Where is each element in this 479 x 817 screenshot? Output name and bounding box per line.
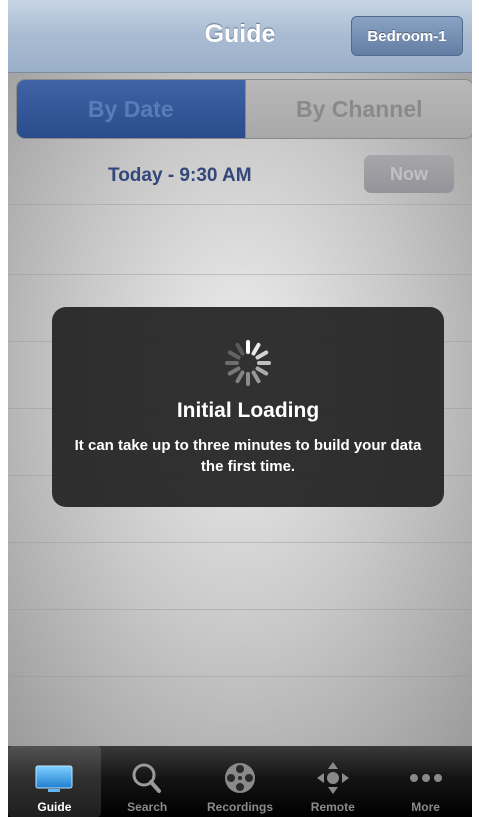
tab-search[interactable]: Search [101,746,194,817]
room-select-button[interactable]: Bedroom-1 [351,16,463,56]
nav-bar: Guide Bedroom-1 [8,0,472,73]
search-icon [132,763,162,793]
row-divider [8,204,472,205]
app-screen: Guide Bedroom-1 By Date By Channel Today… [8,0,472,817]
tab-remote[interactable]: Remote [286,746,379,817]
row-divider [8,542,472,543]
tab-more[interactable]: More [379,746,472,817]
tab-label: Recordings [206,800,273,814]
loading-title: Initial Loading [176,399,320,422]
row-divider [8,609,472,610]
view-mode-segmented-control: By Date By Channel [16,79,472,139]
spinner-icon [225,340,271,386]
tab-label: More [411,800,440,814]
tab-guide[interactable]: Guide [8,746,101,817]
segment-by-date[interactable]: By Date [17,80,245,138]
loading-message: It can take up to three minutes to build… [74,437,422,475]
tv-icon [35,765,73,792]
more-dots-icon [409,774,442,782]
row-divider [8,274,472,275]
dpad-icon [316,762,349,794]
row-divider [8,676,472,677]
date-time-label: Today - 9:30 AM [108,165,252,186]
now-button[interactable]: Now [364,155,454,193]
tab-recordings[interactable]: Recordings [194,746,287,817]
segment-by-channel[interactable]: By Channel [244,80,472,138]
loading-dialog: Initial Loading It can take up to three … [52,307,444,507]
tab-label: Remote [310,800,355,814]
tab-bar: Guide Search Recordings Remote More [8,746,472,817]
tab-label: Search [127,800,168,814]
film-reel-icon [224,763,255,793]
tab-label: Guide [37,800,72,814]
